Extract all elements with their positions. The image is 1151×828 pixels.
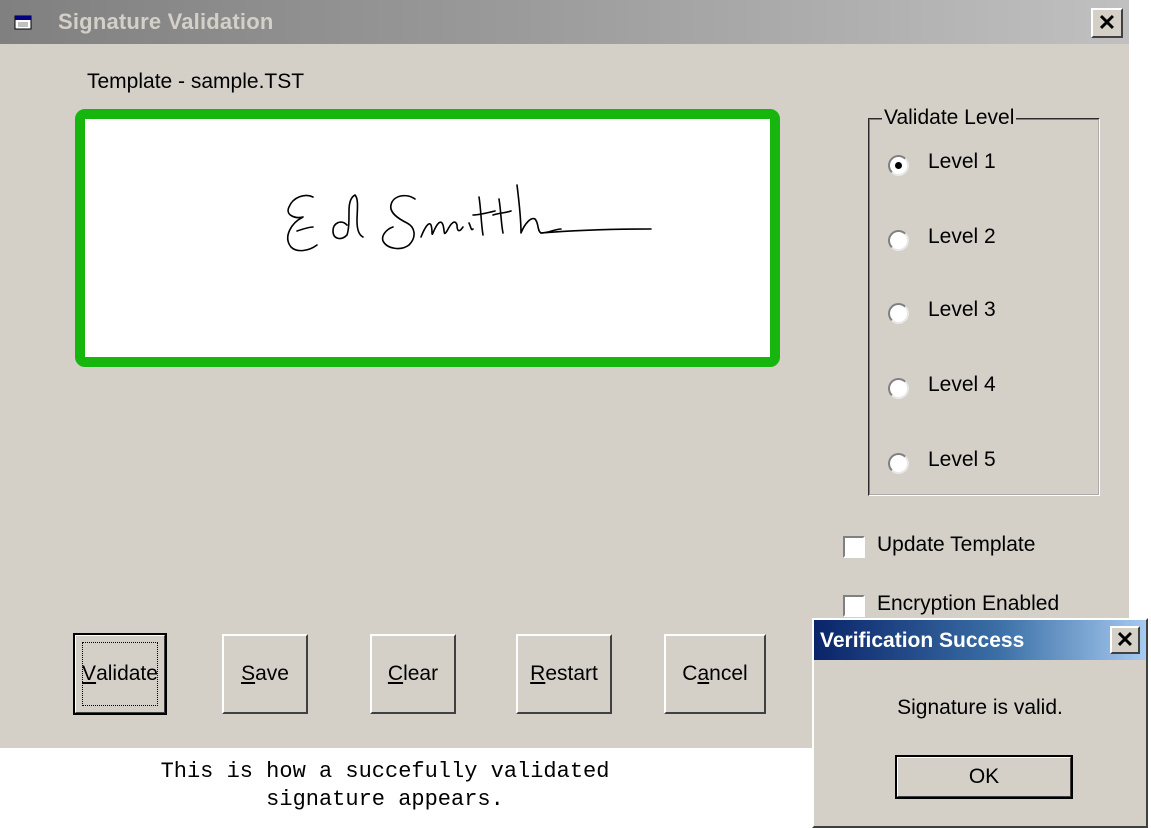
radio-selected-dot <box>895 162 902 169</box>
ok-label: OK <box>968 765 1000 788</box>
radio-label: Level 3 <box>928 298 996 321</box>
radio-label: Level 2 <box>928 225 996 248</box>
cancel-button[interactable]: Ca ncel <box>664 634 766 714</box>
radio-button-icon[interactable] <box>888 230 909 251</box>
signature-image <box>287 184 652 252</box>
radio-button-icon[interactable] <box>888 378 909 399</box>
radio-button-icon[interactable] <box>888 155 909 176</box>
radio-label: Level 5 <box>928 448 996 471</box>
focus-rectangle <box>82 642 158 706</box>
checkbox-label: Update Template <box>877 533 1036 556</box>
button-label: ave <box>255 662 289 685</box>
caption-line-2: signature appears. <box>266 787 504 812</box>
dialog-title: Verification Success <box>820 629 1025 652</box>
window-titlebar[interactable]: Signature Validation ✕ <box>0 0 1129 44</box>
checkbox-icon[interactable] <box>843 595 865 617</box>
dialog-titlebar[interactable]: Verification Success ✕ <box>814 620 1146 660</box>
button-label: estart <box>545 662 598 685</box>
mnemonic: C <box>387 662 404 685</box>
checkbox-label: Encryption Enabled <box>877 592 1060 615</box>
window-title: Signature Validation <box>58 9 274 34</box>
ok-button[interactable]: OK <box>895 755 1073 799</box>
radio-label: Level 4 <box>928 373 996 396</box>
button-label: C <box>682 662 698 685</box>
close-button[interactable]: ✕ <box>1091 8 1123 38</box>
button-label: ncel <box>709 662 748 685</box>
mnemonic: S <box>241 662 256 685</box>
caption-line-1: This is how a succefully validated <box>160 759 610 784</box>
template-label: Template - sample.TST <box>87 70 305 93</box>
restart-button[interactable]: Restart <box>516 634 612 714</box>
radio-button-icon[interactable] <box>888 303 909 324</box>
save-button[interactable]: Save <box>222 634 308 714</box>
verification-success-dialog: Verification Success ✕ Signature is vali… <box>812 618 1148 828</box>
radio-label: Level 1 <box>928 150 996 173</box>
validate-level-legend: Validate Level <box>882 106 1017 130</box>
screenshot-caption: This is how a succefully validated signa… <box>60 758 710 814</box>
mnemonic: R <box>530 662 546 685</box>
radio-button-icon[interactable] <box>888 453 909 474</box>
close-icon: ✕ <box>1097 10 1117 35</box>
mnemonic: a <box>697 662 710 685</box>
button-label: lear <box>403 662 439 685</box>
checkbox-icon[interactable] <box>843 536 865 558</box>
close-icon: ✕ <box>1115 627 1135 652</box>
dialog-message: Signature is valid. <box>897 696 1063 719</box>
clear-button[interactable]: Clear <box>370 634 456 714</box>
validate-button[interactable]: Validate <box>73 633 167 715</box>
dialog-close-button[interactable]: ✕ <box>1110 626 1140 654</box>
app-window-icon <box>14 15 32 30</box>
signature-pad[interactable] <box>75 109 780 367</box>
